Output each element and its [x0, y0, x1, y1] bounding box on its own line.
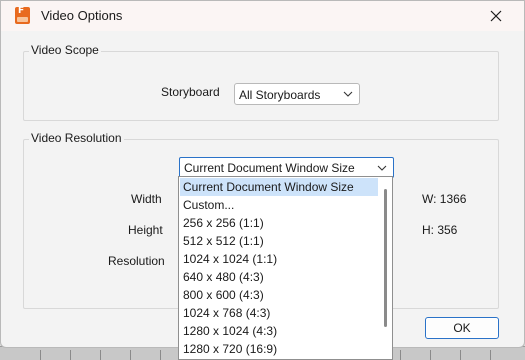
resolution-size-select-value: Current Document Window Size — [184, 161, 355, 175]
dropdown-option[interactable]: 1024 x 1024 (1:1) — [180, 250, 378, 268]
dropdown-scrollbar[interactable] — [379, 177, 392, 359]
ok-button[interactable]: OK — [425, 317, 499, 339]
video-resolution-label: Video Resolution — [29, 131, 124, 145]
width-label: Width — [131, 192, 162, 206]
storyboard-select-value: All Storyboards — [239, 88, 321, 102]
app-icon — [15, 6, 30, 24]
dropdown-option[interactable]: 1024 x 768 (4:3) — [180, 304, 378, 322]
close-button[interactable] — [479, 1, 513, 31]
title-bar: Video Options — [1, 1, 524, 31]
chevron-down-icon — [377, 165, 387, 171]
dropdown-option[interactable]: 1280 x 720 (16:9) — [180, 340, 378, 358]
timeline-tick — [130, 350, 131, 360]
height-readout: H: 356 — [422, 223, 458, 237]
timeline-tick — [490, 350, 491, 360]
width-readout: W: 1366 — [422, 192, 467, 206]
timeline-tick — [460, 350, 461, 360]
timeline-tick — [40, 350, 41, 360]
storyboard-select[interactable]: All Storyboards — [234, 83, 360, 105]
video-scope-label: Video Scope — [29, 43, 101, 57]
timeline-tick — [70, 350, 71, 360]
dropdown-option[interactable]: 256 x 256 (1:1) — [180, 214, 378, 232]
dropdown-option[interactable]: 800 x 600 (4:3) — [180, 286, 378, 304]
dropdown-option[interactable]: Custom... — [180, 196, 378, 214]
timeline-tick — [160, 350, 161, 360]
dropdown-option[interactable]: Current Document Window Size — [180, 178, 378, 196]
dropdown-option[interactable]: 640 x 480 (4:3) — [180, 268, 378, 286]
dropdown-option[interactable]: 512 x 512 (1:1) — [180, 232, 378, 250]
chevron-down-icon — [343, 91, 353, 97]
resolution-dropdown-list: Current Document Window Size Custom... 2… — [178, 176, 393, 360]
timeline-tick — [400, 350, 401, 360]
storyboard-label: Storyboard — [161, 85, 220, 99]
resolution-label: Resolution — [108, 254, 165, 268]
resolution-size-select[interactable]: Current Document Window Size — [179, 157, 394, 178]
close-icon — [490, 10, 502, 22]
timeline-tick — [430, 350, 431, 360]
height-label: Height — [128, 223, 163, 237]
scrollbar-thumb[interactable] — [384, 189, 387, 327]
dropdown-option[interactable]: 1280 x 1024 (4:3) — [180, 322, 378, 340]
timeline-tick — [100, 350, 101, 360]
dialog-title: Video Options — [41, 8, 123, 23]
